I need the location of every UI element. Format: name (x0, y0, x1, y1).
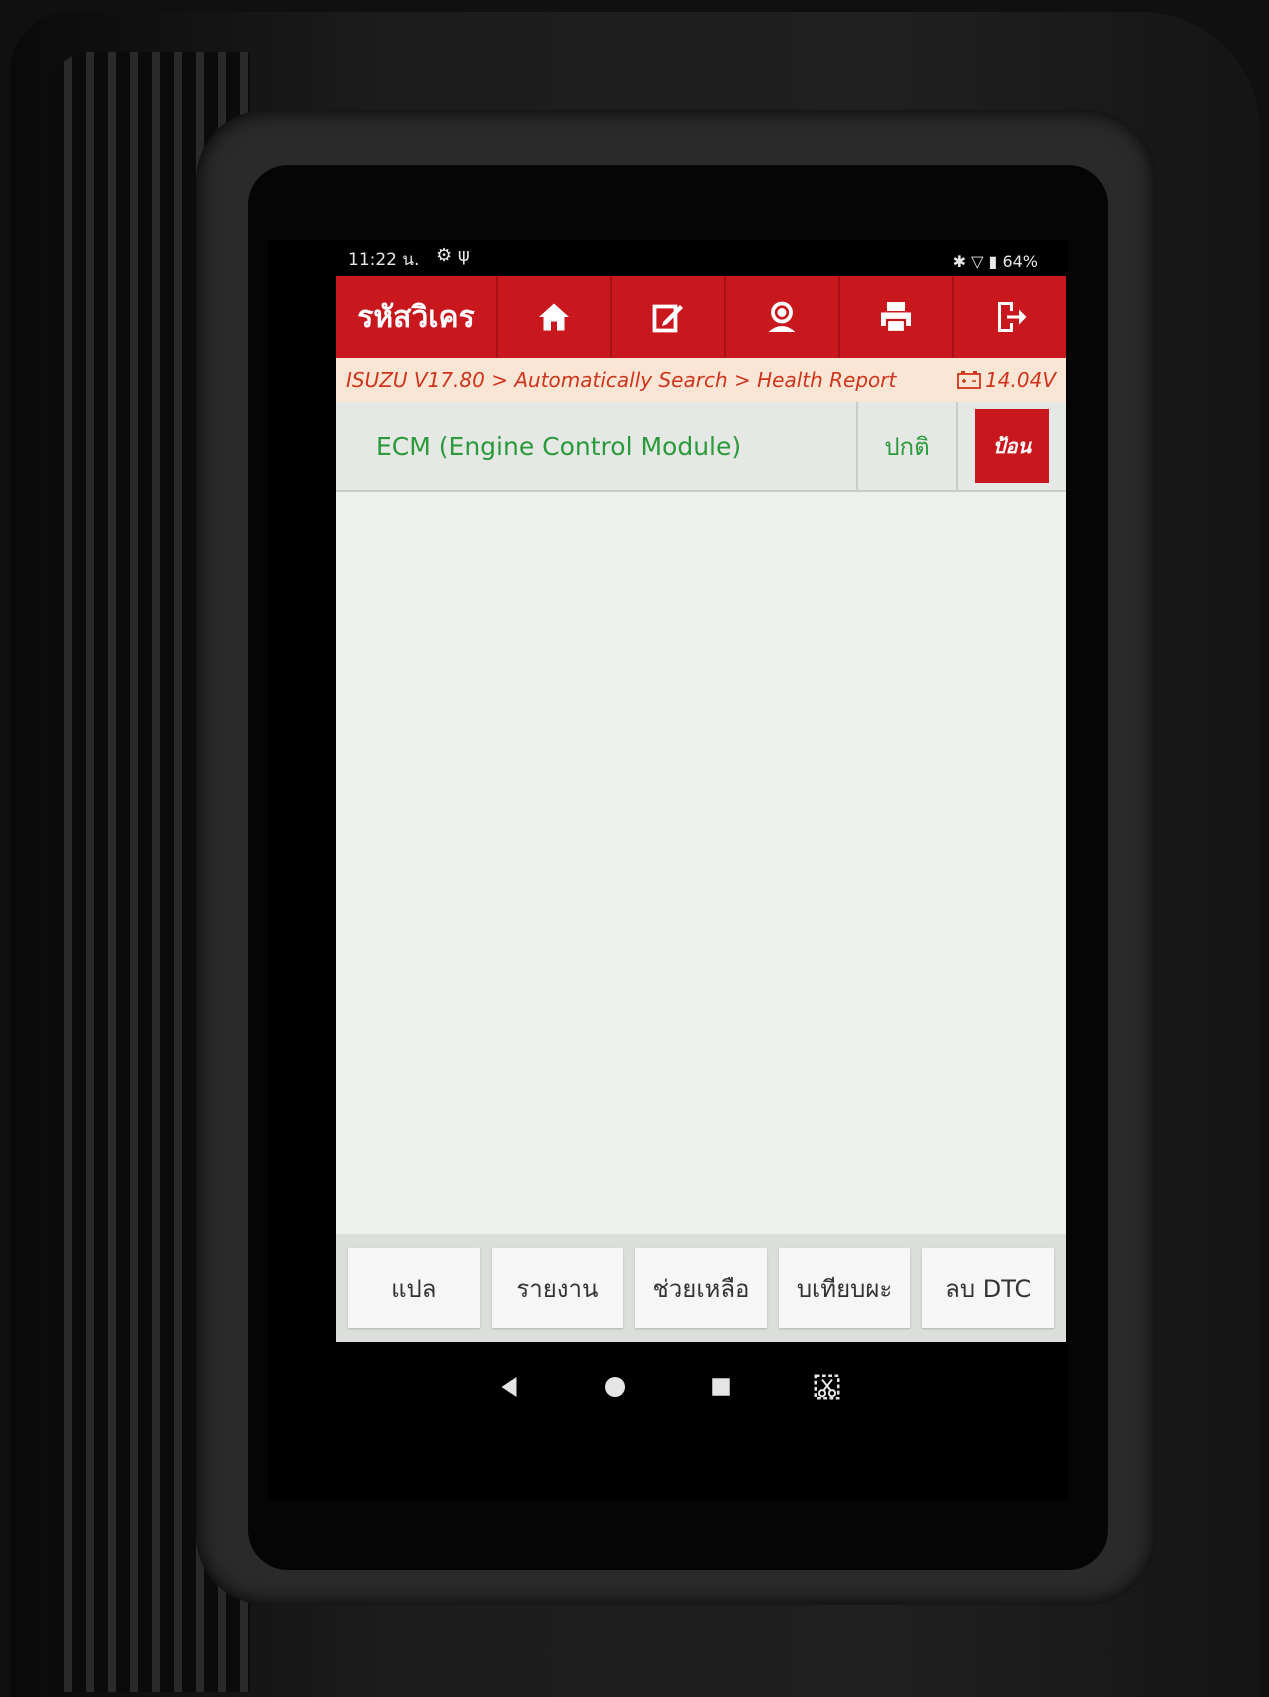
voltage-value: 14.04V (985, 368, 1056, 392)
system-status: ปกติ (856, 402, 956, 490)
home-circle-icon (605, 1377, 625, 1397)
exit-button[interactable] (952, 276, 1066, 358)
health-report-list: ECM (Engine Control Module) ปกติ ป้อน (336, 402, 1066, 1234)
print-button[interactable] (838, 276, 952, 358)
home-button[interactable] (496, 276, 610, 358)
back-icon (501, 1377, 517, 1397)
support-button[interactable] (724, 276, 838, 358)
exit-icon (998, 302, 1027, 332)
device-screen: 11:22 น. ⚙ ψ ✱ ▽ ▮ 64% รหัสวิเคร ISUZU V… (268, 240, 1068, 1500)
gear-icon: ⚙ (436, 245, 453, 266)
compare-button[interactable]: บเทียบผะ (778, 1248, 911, 1328)
footer-toolbar: แปล รายงาน ช่วยเหลือ บเทียบผะ ลบ DTC (336, 1234, 1066, 1342)
breadcrumb: ISUZU V17.80 > Automatically Search > He… (336, 358, 1066, 402)
edit-icon (652, 304, 683, 333)
battery-voltage-icon (957, 371, 981, 389)
signal-icons: ✱ ▽ ▮ (952, 252, 998, 271)
status-left-icons: ⚙ ψ (436, 245, 470, 266)
nav-back-button[interactable] (491, 1369, 527, 1405)
home-icon (539, 303, 569, 331)
translate-button[interactable]: แปล (348, 1248, 480, 1328)
voltage-readout: 14.04V (957, 368, 1056, 392)
battery-level: 64% (1002, 252, 1038, 271)
nav-recents-button[interactable] (703, 1369, 739, 1405)
usb-icon: ψ (457, 245, 470, 266)
print-icon (881, 302, 911, 334)
enter-system-button[interactable]: ป้อน (975, 409, 1049, 483)
nav-home-button[interactable] (597, 1369, 633, 1405)
app-header: รหัสวิเคร (336, 276, 1066, 358)
support-icon (768, 301, 796, 332)
help-button[interactable]: ช่วยเหลือ (635, 1248, 767, 1328)
android-nav-bar (268, 1342, 1068, 1432)
action-cell: ป้อน (956, 402, 1066, 490)
status-time: 11:22 น. (348, 250, 420, 270)
table-row[interactable]: ECM (Engine Control Module) ปกติ ป้อน (336, 402, 1066, 492)
breadcrumb-path: ISUZU V17.80 > Automatically Search > He… (346, 368, 897, 392)
page-title: รหัสวิเคร (357, 299, 475, 335)
clear-dtc-button[interactable]: ลบ DTC (922, 1248, 1054, 1328)
report-button[interactable]: รายงาน (491, 1248, 624, 1328)
nav-screenshot-button[interactable] (809, 1369, 845, 1405)
screenshot-icon (814, 1374, 840, 1400)
status-bar: 11:22 น. ⚙ ψ ✱ ▽ ▮ 64% (268, 240, 1068, 276)
edit-button[interactable] (610, 276, 724, 358)
status-right-group: ✱ ▽ ▮ 64% (953, 252, 1038, 271)
system-name: ECM (Engine Control Module) (376, 431, 742, 461)
recents-icon (712, 1378, 730, 1396)
